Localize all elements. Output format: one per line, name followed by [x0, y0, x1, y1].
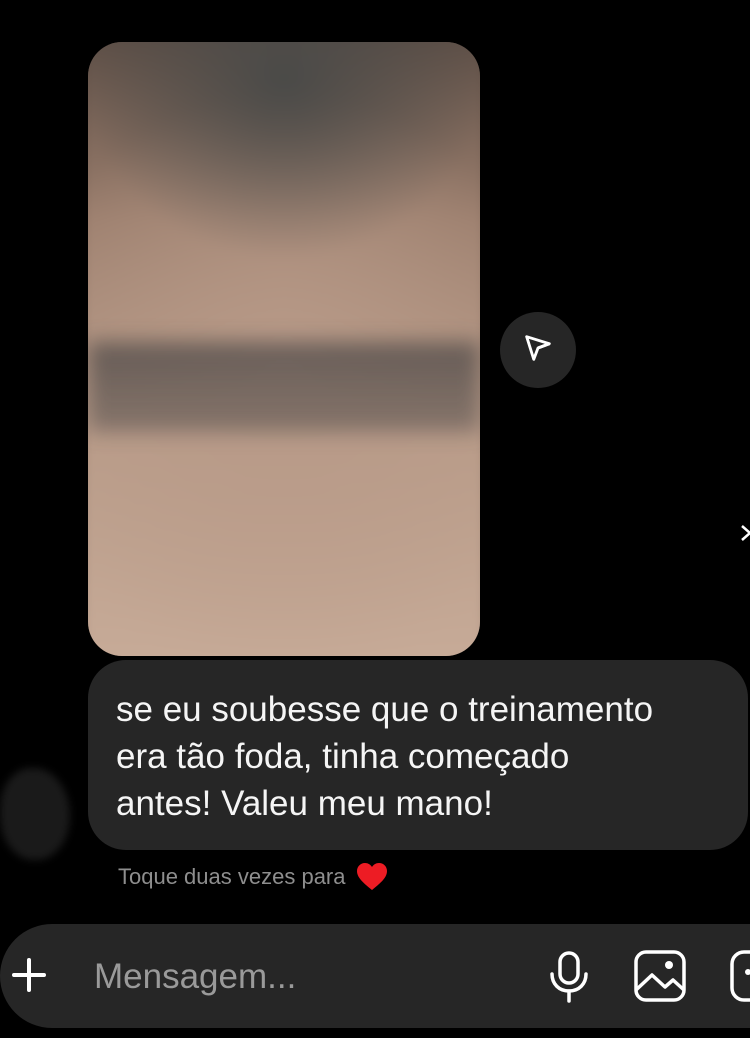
sticker-button[interactable] [728, 948, 750, 1004]
double-tap-hint: Toque duas vezes para [118, 862, 388, 892]
paper-plane-icon [521, 331, 555, 370]
message-composer [0, 924, 750, 1028]
sticker-icon [728, 948, 750, 1004]
media-message-bubble[interactable] [88, 42, 480, 656]
chevron-right-icon[interactable] [740, 518, 750, 548]
gallery-button[interactable] [632, 948, 688, 1004]
message-line: era tão foda, tinha começado [116, 737, 570, 776]
message-thread: se eu soubesse que o treinamento era tão… [0, 0, 750, 920]
hint-text: Toque duas vezes para [118, 864, 346, 889]
gallery-icon [632, 948, 688, 1004]
message-input[interactable] [92, 948, 516, 1006]
plus-icon [10, 956, 48, 994]
shared-photo-detail [88, 342, 480, 432]
share-button[interactable] [500, 312, 576, 388]
avatar[interactable] [0, 768, 70, 860]
microphone-icon [546, 950, 592, 1004]
heart-icon [356, 862, 388, 892]
message-line: antes! Valeu meu mano! [116, 784, 493, 823]
message-line: se eu soubesse que o treinamento [116, 690, 654, 729]
plus-button[interactable] [10, 956, 48, 994]
microphone-button[interactable] [546, 950, 592, 1004]
text-message-bubble[interactable]: se eu soubesse que o treinamento era tão… [88, 660, 748, 850]
